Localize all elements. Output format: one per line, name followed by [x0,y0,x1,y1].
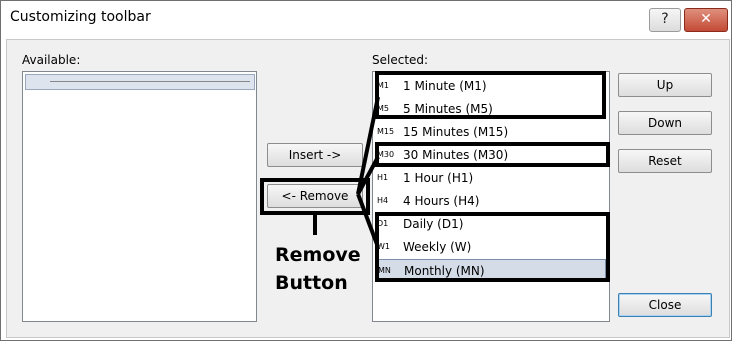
callout-line-1: Remove [275,244,361,266]
annotation-arrows [313,96,380,248]
callout-line-2: Button [275,272,348,294]
remove-button-callout: Remove Button [275,241,361,297]
arrow-to-d1-mn [356,193,380,248]
customizing-toolbar-dialog: Customizing toolbar ? ✕ Available: Selec… [0,0,732,341]
